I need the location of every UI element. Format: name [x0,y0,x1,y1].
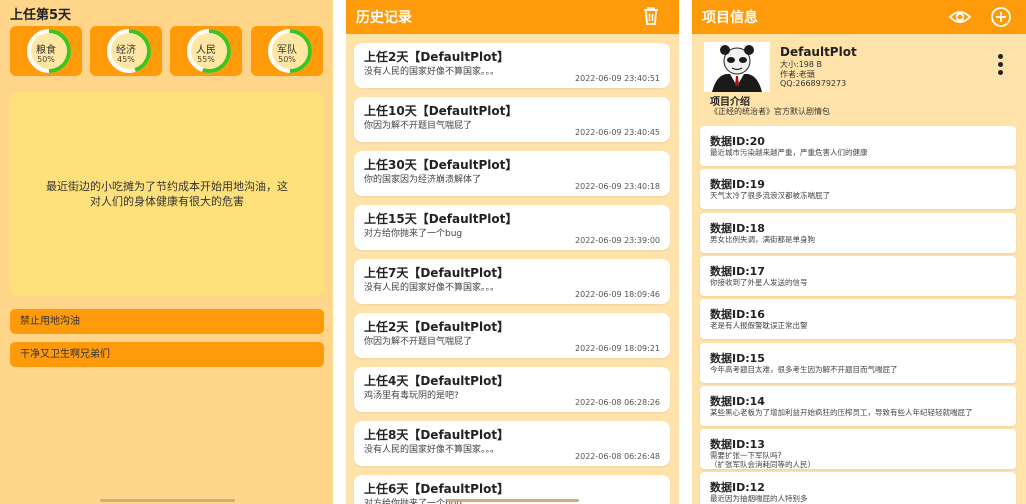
data-item[interactable]: 数据ID:14 某些黑心老板为了增加利益开始疯狂的压榨员工，导致有些人年纪轻轻就喘… [700,385,1016,426]
data-desc: 最近因为抽烟喘屁的人特别多 [710,494,808,504]
event-text: 最近街边的小吃摊为了节约成本开始用地沟油，这对人们的身体健康有很大的危害 [46,180,288,208]
history-time: 2022-06-09 18:09:46 [575,290,660,299]
data-desc: 某些黑心老板为了增加利益开始疯狂的压榨员工，导致有些人年纪轻轻就喘屁了 [710,407,973,417]
history-heading: 上任8天【DefaultPlot】 [364,428,510,442]
stat-label: 粮食 [36,45,56,56]
event-card: 最近街边的小吃摊为了节约成本开始用地沟油，这对人们的身体健康有很大的危害 [10,92,324,296]
history-appbar: 历史记录 [346,0,679,34]
data-desc: 最近城市污染越来越严重，严重危害人们的健康 [710,148,868,157]
history-time: 2022-06-09 23:40:51 [575,74,660,83]
data-item[interactable]: 数据ID:20 最近城市污染越来越严重，严重危害人们的健康 [700,126,1016,166]
history-time: 2022-06-09 23:40:45 [575,128,660,137]
history-item[interactable]: 上任2天【DefaultPlot】没有人民的国家好像不算国家。。。 2022-06… [354,43,670,88]
data-id: 数据ID:13 [710,438,765,452]
stat-card: 人民 55% [170,26,242,76]
history-item[interactable]: 上任30天【DefaultPlot】你的国家因为经济崩溃解体了 2022-06-0… [354,151,670,196]
history-item[interactable]: 上任15天【DefaultPlot】对方给你抛来了一个bug 2022-06-09… [354,205,670,250]
history-item[interactable]: 上任4天【DefaultPlot】鸡汤里有毒玩阴的是吧? 2022-06-08 0… [354,367,670,412]
stat-card: 经济 45% [90,26,162,76]
history-desc: 你因为解不开题目气喘屁了 [364,337,473,347]
data-item[interactable]: 数据ID:16 老是有人报假警耽误正常出警 [700,299,1016,340]
data-item[interactable]: 数据ID:17 你接收到了外星人发送的信号 [700,255,1016,296]
stat-label: 人民 [196,45,216,56]
data-item[interactable]: 数据ID:13 需要扩张一下军队吗? （扩张军队会消耗同等的人民） [700,429,1016,470]
data-item[interactable]: 数据ID:18 男女比例失调，满街都是单身狗 [700,212,1016,253]
history-item[interactable]: 上任10天【DefaultPlot】你因为解不开题目气喘屁了 2022-06-09… [354,97,670,142]
project-title: 项目信息 [702,10,758,26]
stat-card: 粮食 50% [10,26,82,76]
history-time: 2022-06-08 06:26:48 [575,452,660,461]
project-name: DefaultPlot [780,45,857,59]
data-id: 数据ID:15 [710,351,765,365]
history-desc: 对方给你抛来了一个bug [364,229,463,239]
project-panel: 项目信息 DefaultPlot 大小:198 B 作者:老頭 QQ:26689… [692,0,1026,504]
stat-value: 55% [197,55,215,64]
history-heading: 上任6天【DefaultPlot】 [364,482,510,496]
project-qq: QQ:2668979273 [780,79,847,88]
history-item[interactable]: 上任7天【DefaultPlot】没有人民的国家好像不算国家。。。 2022-06… [354,259,670,304]
data-item[interactable]: 数据ID:19 天气太冷了很多流浪汉都被冻喘屁了 [700,169,1016,210]
choice-button-1[interactable]: 禁止用地沟油 [10,309,324,334]
data-desc: 需要扩张一下军队吗? （扩张军队会消耗同等的人民） [710,451,815,470]
history-panel: 历史记录 上任2天【DefaultPlot】 没有人民的国家好像不算国家。。。 20… [346,0,679,504]
history-desc: 没有人民的国家好像不算国家。。。 [364,445,500,455]
history-heading: 上任2天【DefaultPlot】 [364,320,510,334]
game-panel: 上任第5天 粮食 50% 经济 45% 人民 55% 军队 50% 最近街边的小吃摊为了节约成… [0,0,333,504]
stat-value: 50% [278,55,296,64]
history-heading: 上任10天【DefaultPlot】 [364,104,518,118]
trash-icon[interactable] [641,6,661,26]
project-avatar [704,42,770,92]
history-desc: 你的国家因为经济崩溃解体了 [364,175,482,185]
history-desc: 你因为解不开题目气喘屁了 [364,121,473,131]
stat-value: 50% [37,55,55,64]
history-desc: 鸡汤里有毒玩阴的是吧? [364,391,459,401]
history-desc: 没有人民的国家好像不算国家。。。 [364,67,500,77]
history-desc: 没有人民的国家好像不算国家。。。 [364,283,500,293]
history-item[interactable]: 上任2天【DefaultPlot】你因为解不开题目气喘屁了 2022-06-09 … [354,313,670,358]
data-desc: 天气太冷了很多流浪汉都被冻喘屁了 [710,191,830,201]
stat-value: 45% [117,55,135,64]
history-heading: 上任30天【DefaultPlot】 [364,158,518,172]
data-desc: 男女比例失调，满街都是单身狗 [710,234,815,244]
history-title: 历史记录 [356,10,412,26]
project-appbar: 项目信息 [692,0,1026,34]
eye-icon[interactable] [948,7,972,27]
stat-label: 经济 [116,45,136,56]
stat-label: 军队 [277,45,297,56]
more-options-icon[interactable] [998,54,1004,76]
choice-button-2[interactable]: 干净又卫生啊兄弟们 [10,342,324,367]
data-desc: 你接收到了外星人发送的信号 [710,277,808,287]
data-desc: 老是有人报假警耽误正常出警 [710,321,808,331]
history-heading: 上任15天【DefaultPlot】 [364,212,518,226]
data-id: 数据ID:14 [710,394,765,408]
data-id: 数据ID:12 [710,481,765,495]
data-item[interactable]: 数据ID:15 今年高考题目太难，很多考生因为解不开题目而气喘屁了 [700,342,1016,383]
home-indicator[interactable] [446,499,579,502]
history-item[interactable]: 上任8天【DefaultPlot】没有人民的国家好像不算国家。。。 2022-06… [354,421,670,466]
home-indicator[interactable] [100,499,235,502]
intro-text: 《正经的统治者》官方默认剧情包 [710,107,830,116]
data-id: 数据ID:20 [710,135,765,148]
history-heading: 上任4天【DefaultPlot】 [364,374,510,388]
history-heading: 上任2天【DefaultPlot】 [364,50,510,64]
data-id: 数据ID:17 [710,264,765,278]
data-id: 数据ID:18 [710,221,765,235]
data-item[interactable]: 数据ID:12 最近因为抽烟喘屁的人特别多 [700,472,1016,504]
history-time: 2022-06-09 18:09:21 [575,344,660,353]
data-desc: 今年高考题目太难，很多考生因为解不开题目而气喘屁了 [710,364,898,374]
history-time: 2022-06-08 06:28:26 [575,398,660,407]
add-circle-icon[interactable] [990,6,1012,28]
history-heading: 上任7天【DefaultPlot】 [364,266,510,280]
history-time: 2022-06-09 23:40:18 [575,182,660,191]
day-title: 上任第5天 [10,8,72,23]
data-id: 数据ID:16 [710,308,765,322]
history-time: 2022-06-09 23:39:00 [575,236,660,245]
project-header: DefaultPlot 大小:198 B 作者:老頭 QQ:2668979273… [692,34,1026,120]
data-id: 数据ID:19 [710,178,765,192]
stat-card: 军队 50% [251,26,323,76]
